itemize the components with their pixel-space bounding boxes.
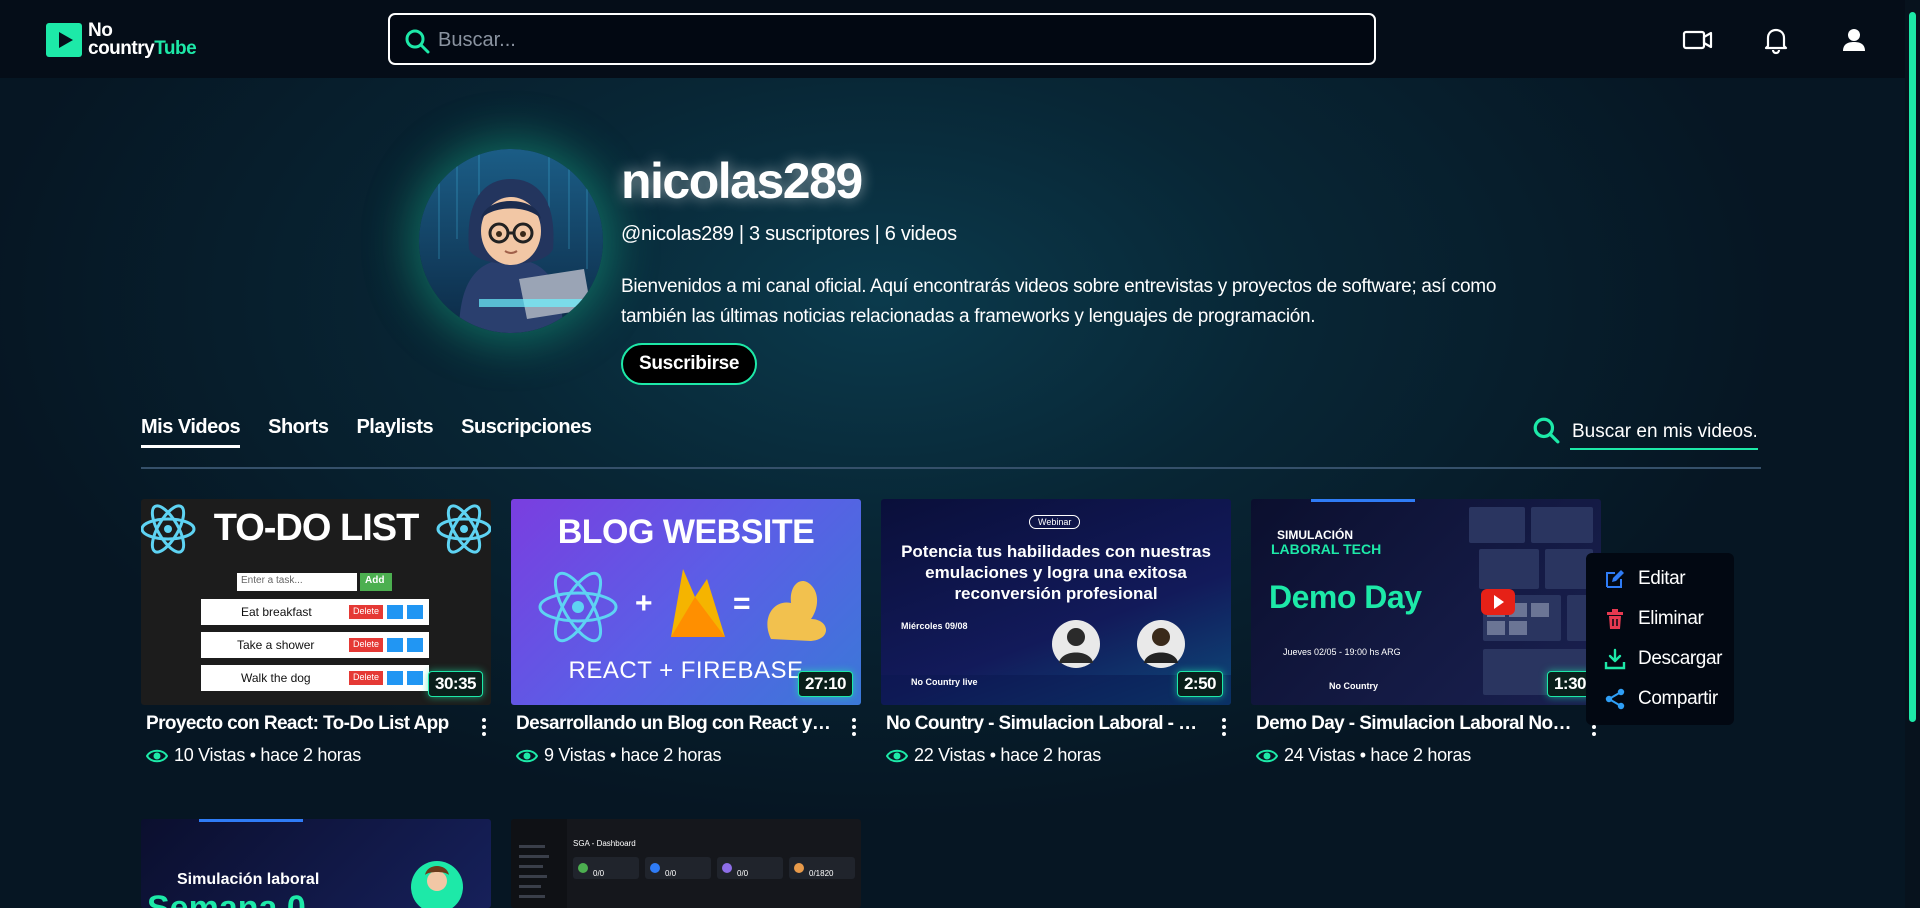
scrollbar-thumb[interactable] (1909, 12, 1916, 722)
thumb-stat: 0/0 (737, 869, 749, 878)
video-title[interactable]: No Country - Simulacion Laboral - Reconv… (886, 713, 1204, 735)
video-thumbnail[interactable]: Simulación laboral Semana 0 (141, 819, 491, 908)
video-card[interactable]: SGA - Dashboard 0/0 0/0 0/0 0/1820 (511, 819, 861, 908)
search-input[interactable] (436, 23, 1340, 57)
thumb-headline: Demo Day (1269, 579, 1422, 615)
video-context-menu: Editar Eliminar Descargar Compartir (1586, 553, 1734, 725)
video-title[interactable]: Demo Day - Simulacion Laboral No Country (1256, 713, 1574, 735)
menu-item-label: Compartir (1638, 688, 1718, 709)
my-videos-search-input[interactable] (1570, 416, 1758, 450)
video-camera-icon[interactable] (1682, 24, 1714, 56)
thumb-task: Eat breakfast (241, 605, 312, 619)
video-meta: 10 Vistas • hace 2 horas (146, 745, 361, 766)
search-icon[interactable] (1532, 416, 1560, 444)
more-options-icon[interactable] (1217, 715, 1231, 739)
logo-play-icon (46, 23, 82, 57)
bell-icon[interactable] (1760, 24, 1792, 56)
thumb-brand: No Country (1329, 681, 1378, 691)
video-thumbnail[interactable]: SGA - Dashboard 0/0 0/0 0/0 0/1820 (511, 819, 861, 908)
video-duration: 2:50 (1176, 671, 1223, 697)
menu-item-label: Editar (1638, 568, 1686, 589)
video-card[interactable]: Webinar Potencia tus habilidades con nue… (881, 499, 1231, 765)
video-views-time: 9 Vistas • hace 2 horas (544, 745, 722, 765)
video-meta: 22 Vistas • hace 2 horas (886, 745, 1101, 766)
video-meta: 24 Vistas • hace 2 horas (1256, 745, 1471, 766)
thumb-stat: 0/1820 (809, 869, 834, 878)
channel-tabs: Mis Videos Shorts Playlists Suscripcione… (141, 416, 592, 448)
tab-mis-videos[interactable]: Mis Videos (141, 416, 241, 448)
channel-name: nicolas289 (621, 153, 863, 209)
thumb-delete: Delete (353, 672, 380, 682)
video-thumbnail[interactable]: Webinar Potencia tus habilidades con nue… (881, 499, 1231, 705)
thumb-delete: Delete (353, 639, 380, 649)
tab-suscripciones[interactable]: Suscripciones (461, 416, 592, 448)
menu-item-editar[interactable]: Editar (1586, 559, 1734, 599)
thumb-headline: Semana 0 (147, 889, 306, 908)
video-title[interactable]: Proyecto con React: To-Do List App (146, 713, 464, 735)
video-duration: 27:10 (798, 671, 853, 697)
thumb-date: Jueves 02/05 - 19:00 hs ARG (1283, 647, 1401, 657)
user-icon[interactable] (1838, 24, 1870, 56)
video-card[interactable]: Simulación laboral Semana 0 (141, 819, 491, 908)
channel-meta: @nicolas289 | 3 suscriptores | 6 videos (621, 223, 957, 245)
download-icon (1604, 648, 1626, 670)
thumb-input-placeholder: Enter a task... (241, 575, 303, 586)
thumb-kicker: SIMULACIÓN (1277, 528, 1353, 542)
menu-item-label: Descargar (1638, 648, 1723, 669)
thumb-delete: Delete (353, 606, 380, 616)
eye-icon (1256, 749, 1278, 762)
thumb-kicker: LABORAL TECH (1271, 541, 1382, 557)
logo[interactable]: No countryTube (46, 21, 197, 59)
video-duration: 30:35 (428, 671, 483, 697)
video-card[interactable]: SIMULACIÓN LABORAL TECH Demo Day Jueves … (1251, 499, 1601, 765)
eye-icon (886, 749, 908, 762)
thumb-stat: 0/0 (593, 869, 605, 878)
channel-avatar (419, 149, 603, 333)
more-options-icon[interactable] (477, 715, 491, 739)
video-card[interactable]: BLOG WEBSITE + = REACT + FIREBASE 27:10 … (511, 499, 861, 765)
menu-item-label: Eliminar (1638, 608, 1704, 629)
video-thumbnail[interactable]: TO-DO LIST Enter a task... Add Eat break… (141, 499, 491, 705)
page-scrollbar[interactable] (1905, 0, 1920, 908)
video-thumbnail[interactable]: BLOG WEBSITE + = REACT + FIREBASE 27:10 (511, 499, 861, 705)
thumb-heading: TO-DO LIST (213, 507, 420, 549)
video-views-time: 22 Vistas • hace 2 horas (914, 745, 1101, 765)
thumb-task: Take a shower (237, 638, 315, 652)
search-bar (388, 13, 1376, 65)
thumb-brand: No Country live (911, 677, 978, 687)
video-views-time: 24 Vistas • hace 2 horas (1284, 745, 1471, 765)
logo-line2a: country (88, 38, 155, 59)
tabs-divider (141, 467, 1761, 469)
menu-item-eliminar[interactable]: Eliminar (1586, 599, 1734, 639)
thumb-stat: 0/0 (665, 869, 677, 878)
video-views-time: 10 Vistas • hace 2 horas (174, 745, 361, 765)
channel-description: Bienvenidos a mi canal oficial. Aquí enc… (621, 276, 1497, 327)
logo-text: No countryTube (88, 21, 197, 59)
eye-icon (146, 749, 168, 762)
thumb-equals: = (733, 587, 751, 620)
tab-shorts[interactable]: Shorts (268, 416, 329, 448)
thumb-heading: SGA - Dashboard (573, 839, 636, 848)
menu-item-compartir[interactable]: Compartir (1586, 679, 1734, 719)
video-card[interactable]: TO-DO LIST Enter a task... Add Eat break… (141, 499, 491, 765)
eye-icon (516, 749, 538, 762)
video-thumbnail[interactable]: SIMULACIÓN LABORAL TECH Demo Day Jueves … (1251, 499, 1601, 705)
share-icon (1605, 688, 1625, 710)
thumb-kicker: Simulación laboral (177, 871, 320, 888)
subscribe-button[interactable]: Suscribirse (621, 343, 758, 385)
thumb-plus: + (635, 587, 653, 620)
menu-item-descargar[interactable]: Descargar (1586, 639, 1734, 679)
top-bar: No countryTube (0, 0, 1905, 78)
video-meta: 9 Vistas • hace 2 horas (516, 745, 721, 766)
more-options-icon[interactable] (847, 715, 861, 739)
edit-icon (1606, 570, 1624, 588)
search-icon[interactable] (404, 28, 430, 54)
tab-playlists[interactable]: Playlists (356, 416, 433, 448)
trash-icon (1607, 609, 1623, 629)
thumb-task: Walk the dog (241, 671, 311, 685)
logo-line2b: Tube (154, 38, 197, 59)
video-title[interactable]: Desarrollando un Blog con React y Fireba… (516, 713, 834, 735)
thumb-add: Add (365, 575, 385, 586)
